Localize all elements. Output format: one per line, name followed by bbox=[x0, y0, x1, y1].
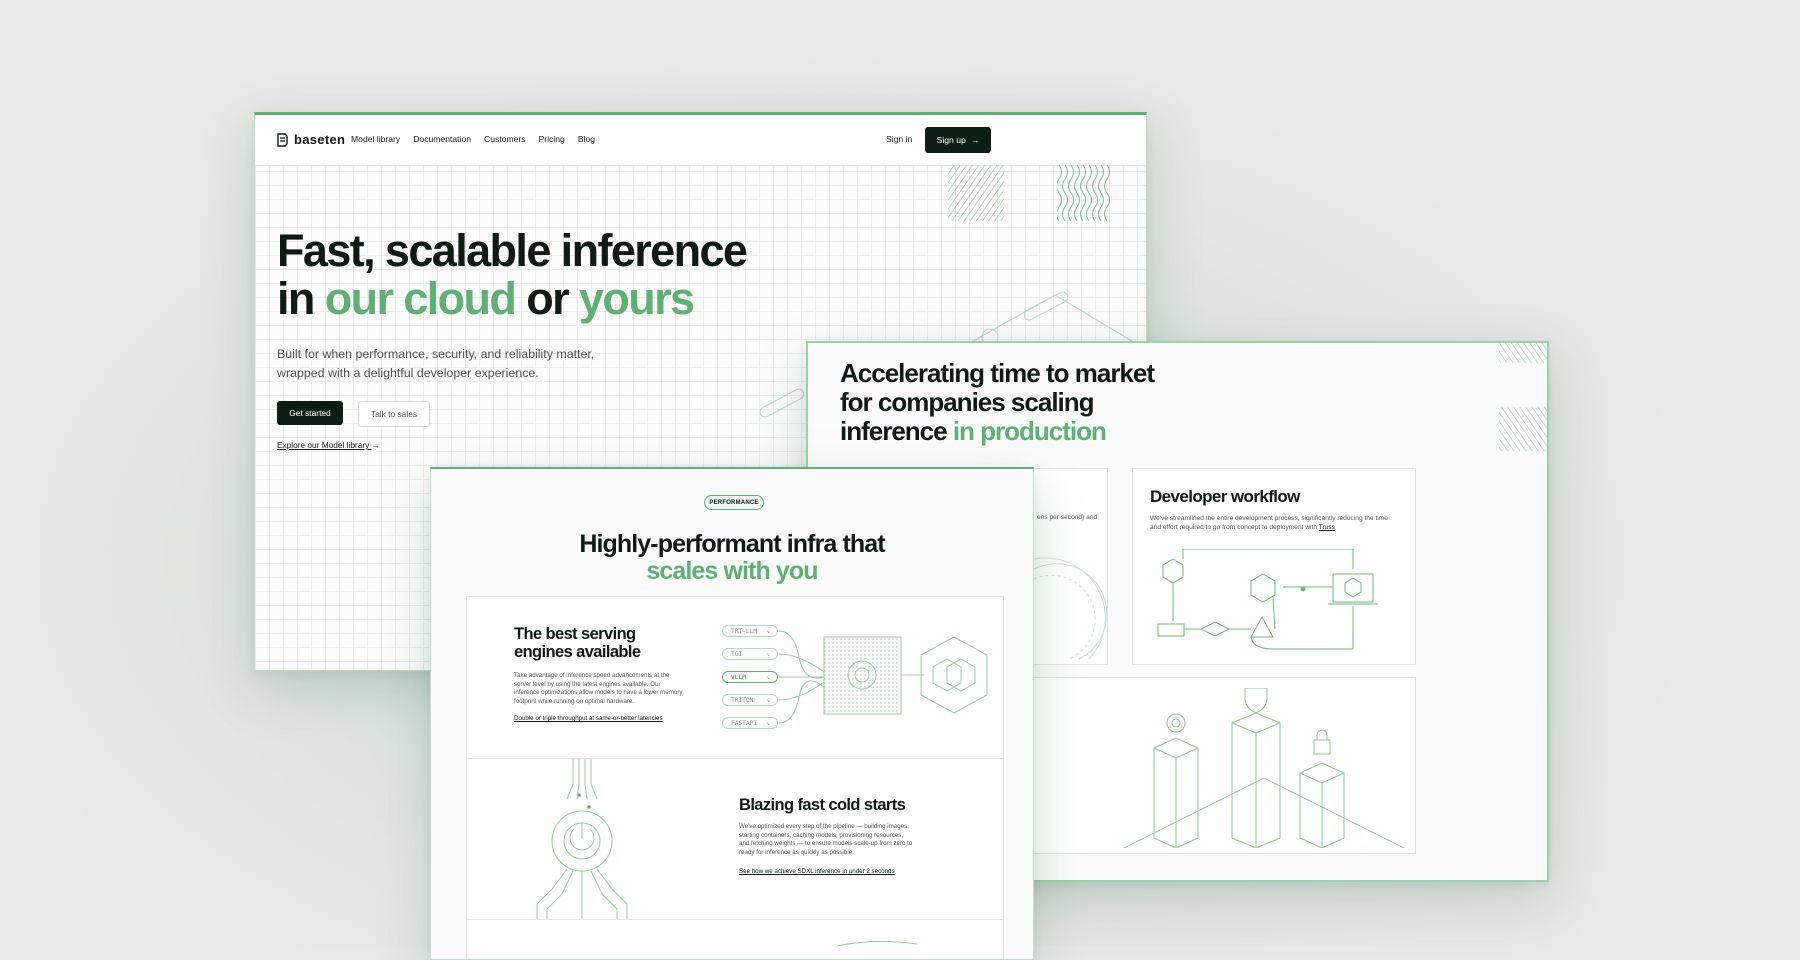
serving-engines-card: The best serving engines available Take … bbox=[466, 596, 1004, 761]
performance-window: PERFORMANCE Highly-performant infra that… bbox=[430, 467, 1034, 960]
hero-word-in: in bbox=[277, 273, 325, 324]
baseten-logo[interactable]: baseten bbox=[277, 132, 345, 147]
hero-our-cloud: our cloud bbox=[324, 273, 517, 324]
power-circuit-illustration bbox=[536, 759, 628, 921]
nav-links: Model library Documentation Customers Pr… bbox=[351, 134, 595, 144]
hero-subtitle: Built for when performance, security, an… bbox=[277, 347, 595, 380]
engine-label: FASTAPI bbox=[731, 719, 758, 727]
wave-lines-decoration bbox=[1057, 165, 1110, 221]
engine-pill-triton[interactable]: TRITON ↘ bbox=[722, 694, 778, 706]
arrow-icon: ↘ bbox=[766, 696, 770, 704]
hero-yours: yours bbox=[578, 273, 695, 324]
security-card bbox=[1033, 677, 1416, 854]
serving-engines-title-line-2: engines available bbox=[514, 643, 641, 661]
workflow-desc-text: We've streamlined the entire development… bbox=[1150, 515, 1388, 531]
hero-word-or: or bbox=[515, 273, 579, 324]
performance-heading-line-1: Highly-performant infra that bbox=[579, 530, 885, 558]
performance-heading-line-2: scales with you bbox=[646, 557, 818, 585]
features-heading-line-3: inference in production bbox=[840, 417, 1154, 446]
diagonal-lines-decoration bbox=[948, 165, 1004, 221]
engine-label: VLLM bbox=[731, 673, 746, 681]
developer-workflow-title: Developer workflow bbox=[1150, 487, 1300, 506]
hero-line-2: in our cloud or yours bbox=[277, 275, 746, 323]
engine-chip-illustration bbox=[779, 630, 988, 724]
hero-line-1: Fast, scalable inference bbox=[277, 225, 748, 276]
arrow-icon: ↘ bbox=[766, 673, 770, 681]
hero-heading: Fast, scalable inference in our cloud or… bbox=[277, 225, 748, 323]
talk-to-sales-button[interactable]: Talk to sales bbox=[358, 401, 430, 427]
baseten-logo-icon bbox=[277, 132, 288, 147]
serving-engines-title: The best serving engines available bbox=[514, 625, 641, 661]
get-started-button[interactable]: Get started bbox=[277, 401, 343, 425]
throughput-link[interactable]: Double or triple throughput at same-or-b… bbox=[514, 715, 663, 722]
performance-heading: Highly-performant infra that scales with… bbox=[431, 531, 1033, 585]
partial-illustration bbox=[837, 940, 917, 947]
isometric-towers-illustration bbox=[1122, 688, 1406, 848]
developer-workflow-card: Developer workflow We've streamlined the… bbox=[1132, 468, 1416, 665]
next-feature-card bbox=[466, 919, 1004, 959]
engine-pill-fastapi[interactable]: FASTAPI ↘ bbox=[722, 717, 778, 729]
arrow-icon: ↘ bbox=[766, 627, 770, 635]
cold-starts-title: Blazing fast cold starts bbox=[739, 796, 906, 814]
explore-link-label: Explore our Model library bbox=[277, 440, 370, 450]
features-heading: Accelerating time to market for companie… bbox=[840, 358, 1155, 446]
nav-documentation[interactable]: Documentation bbox=[413, 134, 471, 144]
truss-link[interactable]: Truss bbox=[1319, 524, 1335, 531]
cold-starts-desc: We've optimized every step of the pipeli… bbox=[739, 823, 913, 856]
sign-up-button[interactable]: Sign up → bbox=[925, 127, 991, 153]
heading-in-production: in production bbox=[952, 416, 1107, 446]
arrow-icon: ↘ bbox=[766, 719, 770, 727]
serving-engines-title-line-1: The best serving bbox=[514, 625, 636, 643]
engine-pill-trt-llm[interactable]: TRT-LLM ↘ bbox=[722, 625, 778, 637]
engine-label: TRT-LLM bbox=[731, 627, 758, 635]
top-navbar: baseten Model library Documentation Cust… bbox=[255, 115, 1146, 166]
nav-pricing[interactable]: Pricing bbox=[539, 134, 565, 144]
engine-pill-tgi[interactable]: TGI ↘ bbox=[722, 648, 778, 660]
partial-card-text: ens per second) and bbox=[1037, 514, 1098, 521]
diagonal-lines-decoration bbox=[1499, 343, 1547, 451]
arrow-right-icon: → bbox=[970, 135, 980, 145]
nav-model-library[interactable]: Model library bbox=[351, 134, 400, 144]
nav-customers[interactable]: Customers bbox=[484, 134, 526, 144]
engine-pill-vllm[interactable]: VLLM ↘ bbox=[722, 671, 778, 683]
sdxl-inference-link[interactable]: See how we achieve SDXL inference in und… bbox=[739, 868, 895, 875]
arrow-right-icon: → bbox=[371, 440, 380, 450]
nav-blog[interactable]: Blog bbox=[578, 134, 595, 144]
speed-gauge-illustration bbox=[1034, 557, 1107, 660]
engine-label: TGI bbox=[731, 650, 743, 658]
heading-word-inference: inference bbox=[840, 416, 953, 446]
sign-in-link[interactable]: Sign in bbox=[886, 134, 912, 144]
logo-text: baseten bbox=[294, 132, 346, 147]
workflow-diagram-illustration bbox=[1157, 549, 1378, 650]
sign-up-label: Sign up bbox=[936, 135, 966, 145]
arrow-icon: ↘ bbox=[766, 650, 770, 658]
explore-model-library-link[interactable]: Explore our Model library → bbox=[277, 440, 380, 450]
developer-workflow-desc: We've streamlined the entire development… bbox=[1150, 514, 1390, 532]
features-heading-line-2: for companies scaling bbox=[840, 387, 1095, 417]
engine-label: TRITON bbox=[731, 696, 754, 704]
throughput-card: ens per second) and bbox=[1033, 468, 1108, 665]
serving-engines-desc: Take advantage of inference speed advanc… bbox=[514, 672, 683, 705]
features-heading-line-1: Accelerating time to market bbox=[840, 358, 1155, 388]
cold-starts-card: Blazing fast cold starts We've optimized… bbox=[466, 758, 1004, 922]
performance-badge: PERFORMANCE bbox=[704, 495, 764, 510]
